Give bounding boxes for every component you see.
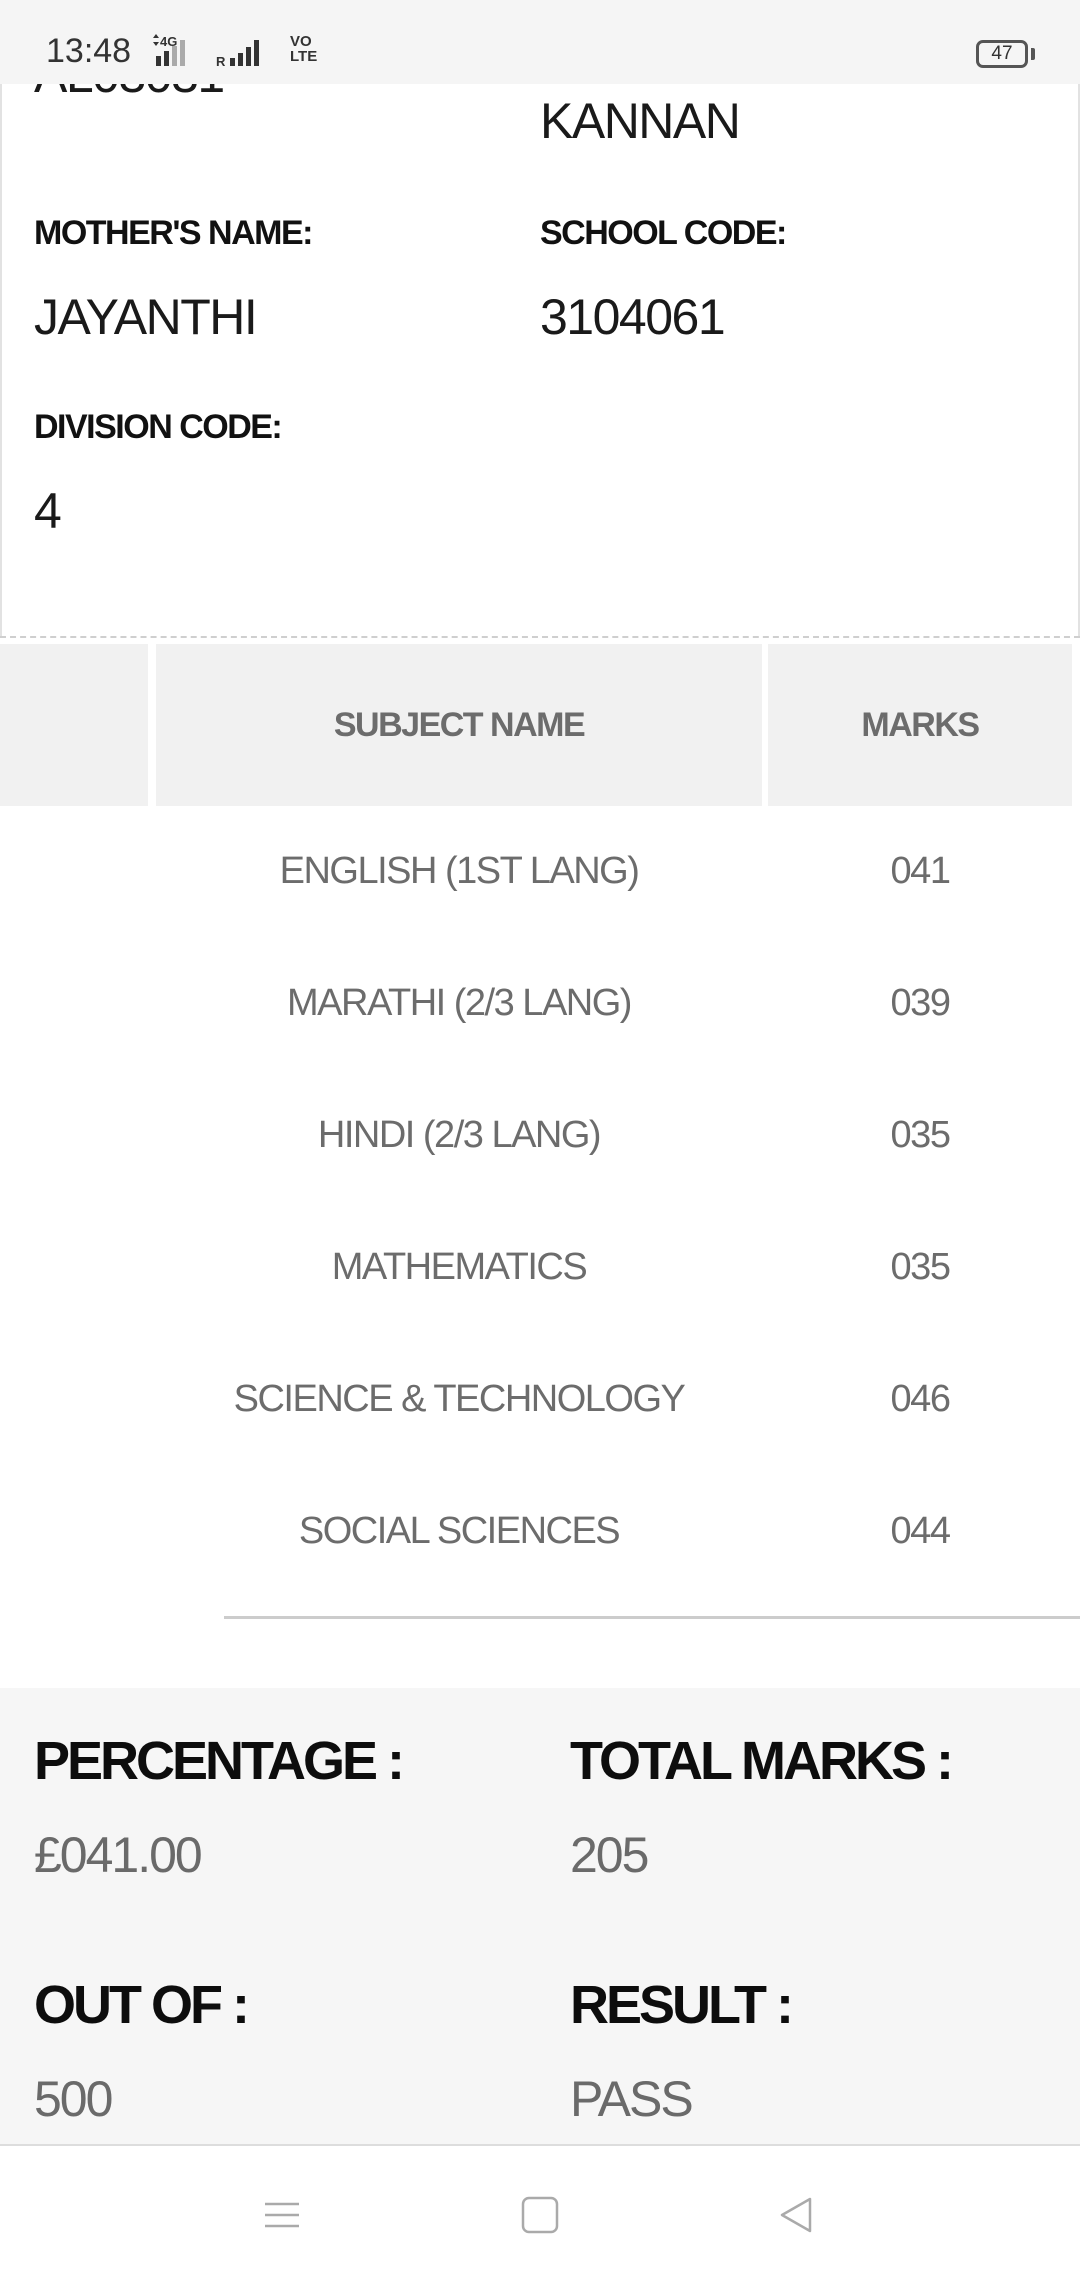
volte-icon: VO LTE xyxy=(290,34,317,64)
row-subject-name: MATHEMATICS xyxy=(331,1246,588,1288)
roaming-label: R xyxy=(216,54,226,68)
row-marks: 035 xyxy=(890,1114,951,1156)
row-subject-name: MARATHI (2/3 LANG) xyxy=(287,982,632,1024)
home-icon[interactable] xyxy=(505,2180,575,2250)
result-value: PASS xyxy=(570,2071,694,2127)
total-marks-value: 205 xyxy=(570,1827,649,1883)
menu-icon[interactable] xyxy=(247,2180,317,2250)
row-subject-name: ENGLISH (1ST LANG) xyxy=(279,850,640,892)
volte-bottom-label: LTE xyxy=(290,48,318,65)
battery-icon: 47 xyxy=(976,40,1028,68)
back-icon[interactable] xyxy=(761,2180,831,2250)
battery-level: 47 xyxy=(991,43,1013,64)
division-code-label: DIVISION CODE: xyxy=(34,408,283,446)
total-marks-label: TOTAL MARKS : xyxy=(570,1731,954,1791)
school-code-label: SCHOOL CODE: xyxy=(540,214,787,252)
status-time: 13:48 xyxy=(46,32,132,70)
header-subject-name: SUBJECT NAME xyxy=(156,644,762,806)
battery-tip-icon xyxy=(1031,48,1035,60)
out-of-label: OUT OF : xyxy=(34,1975,250,2035)
row-marks: 035 xyxy=(890,1246,951,1288)
header-marks: MARKS xyxy=(768,644,1072,806)
result-label: RESULT : xyxy=(570,1975,794,2035)
mobile-data-4g-icon: 4G xyxy=(150,34,210,73)
signal-roaming-icon: R xyxy=(216,34,282,73)
row-subject-name: SCIENCE & TECHNOLOGY xyxy=(233,1378,686,1420)
status-bar: 13:48 4G R VO LTE 47 xyxy=(0,0,1080,84)
summary-bottom-border xyxy=(0,2144,1080,2146)
table-bottom-divider xyxy=(224,1616,1080,1619)
row-marks: 044 xyxy=(890,1510,951,1552)
out-of-value: 500 xyxy=(34,2071,113,2127)
row-marks: 041 xyxy=(890,850,951,892)
row-subject-name: HINDI (2/3 LANG) xyxy=(317,1114,602,1156)
percentage-label: PERCENTAGE : xyxy=(34,1731,405,1791)
father-name-value: KANNAN xyxy=(540,93,741,149)
row-subject-name: SOCIAL SCIENCES xyxy=(298,1510,621,1552)
mother-name-label: MOTHER'S NAME: xyxy=(34,214,313,252)
percentage-value: £041.00 xyxy=(34,1827,203,1883)
mother-name-value: JAYANTHI xyxy=(34,289,258,345)
header-subject-code: DE xyxy=(0,644,148,806)
student-info-card xyxy=(0,84,1080,636)
school-code-value: 3104061 xyxy=(540,289,726,345)
navigation-bar xyxy=(0,2148,1080,2280)
section-divider xyxy=(0,636,1080,638)
row-marks: 046 xyxy=(890,1378,951,1420)
division-code-value: 4 xyxy=(34,483,62,539)
row-marks: 039 xyxy=(890,982,951,1024)
